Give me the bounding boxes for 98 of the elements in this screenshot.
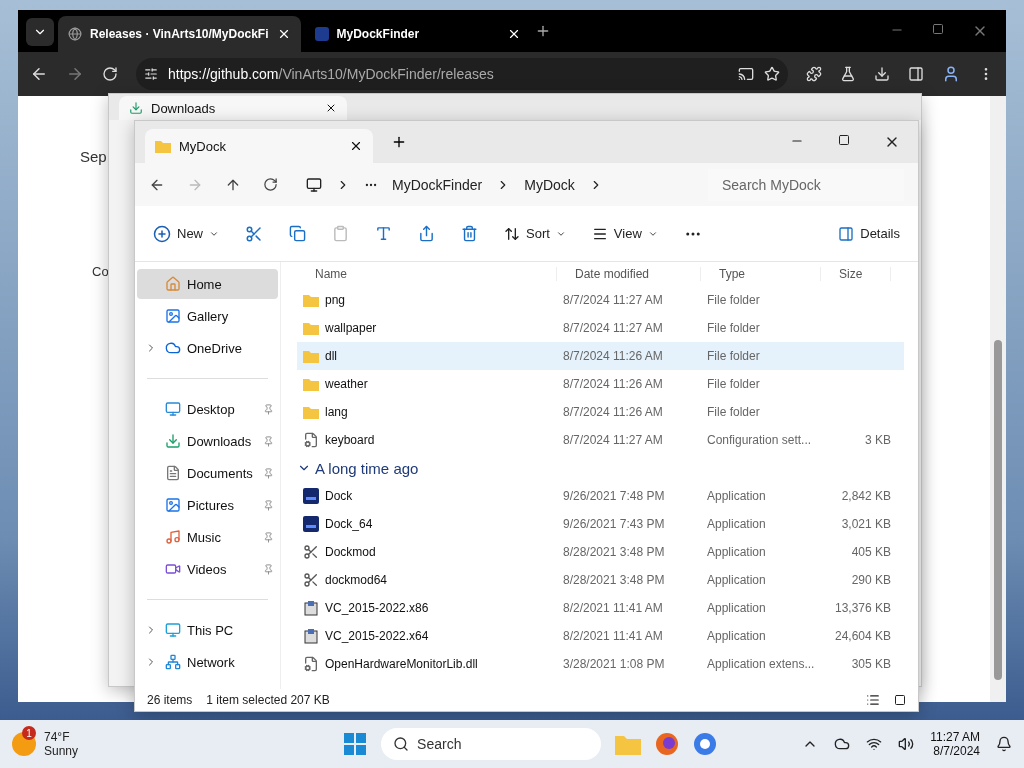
file-name: lang — [325, 405, 348, 419]
sidebar-item[interactable]: This PC — [137, 615, 278, 645]
details-button[interactable]: Details — [838, 225, 900, 242]
group-header[interactable]: A long time ago — [297, 454, 904, 482]
size-text: 3,021 KB — [840, 517, 891, 531]
file-row[interactable]: keyboard 8/7/2024 11:27 AM Configuration sett... 3 KB — [297, 426, 904, 454]
heading-text: Sep — [80, 148, 107, 165]
type-text: Application extens... — [706, 657, 816, 671]
file-row[interactable]: VC_2015-2022.x86 8/2/2021 11:41 AM Application 13,376 KB — [297, 594, 904, 622]
file-name: keyboard — [325, 433, 375, 447]
sidebar-item[interactable]: OneDrive — [137, 333, 278, 363]
file-name: Dock_64 — [325, 517, 373, 531]
type-text: File folder — [706, 377, 761, 391]
taskbar-search[interactable]: Search — [381, 728, 602, 760]
file-name: Dock — [325, 489, 353, 503]
sidebar-item[interactable]: Gallery — [137, 301, 278, 331]
type-text: Application — [706, 489, 767, 503]
browser-tab[interactable]: MyDockFinder — [304, 16, 531, 52]
file-row[interactable]: Dock 9/26/2021 7:48 PM Application 2,842 KB — [297, 482, 904, 510]
size-text: 405 KB — [850, 545, 891, 559]
breadcrumb-item[interactable]: MyDock — [524, 176, 575, 193]
weather-text: Sunny — [44, 744, 79, 758]
type-text: Configuration sett... — [706, 433, 813, 447]
date-text: 8/2/2021 11:41 AM — [562, 629, 664, 643]
file-name: wallpaper — [325, 321, 377, 335]
column-header[interactable]: Name — [297, 267, 557, 281]
file-row[interactable]: lang 8/7/2024 11:26 AM File folder — [297, 398, 904, 426]
type-text: File folder — [706, 405, 761, 419]
browser-tab[interactable]: Releases · VinArts10/MyDockFi — [58, 16, 301, 52]
date-text: 8/7/2024 11:26 AM — [562, 349, 664, 363]
file-name: Dockmod — [325, 545, 376, 559]
sidebar-item[interactable]: Documents — [137, 458, 278, 488]
file-name: dockmod64 — [325, 573, 388, 587]
size-text: 13,376 KB — [833, 601, 891, 615]
file-row[interactable]: Dock_64 9/26/2021 7:43 PM Application 3,021 KB — [297, 510, 904, 538]
size-text: 24,604 KB — [833, 629, 891, 643]
sidebar-item[interactable]: Downloads — [137, 426, 278, 456]
date-text: 8/7/2024 11:27 AM — [562, 321, 664, 335]
type-text: File folder — [706, 293, 761, 307]
date-text: 8/7/2024 11:26 AM — [562, 377, 664, 391]
temperature-text: 74°F — [44, 730, 71, 744]
type-text: Application — [706, 545, 767, 559]
window-tab[interactable]: MyDock — [145, 129, 373, 163]
file-name: VC_2015-2022.x86 — [325, 601, 429, 615]
selection-text: 1 item selected 207 KB — [206, 693, 330, 707]
size-text: 2,842 KB — [840, 489, 891, 503]
file-name: VC_2015-2022.x64 — [325, 629, 429, 643]
file-row[interactable]: dockmod64 8/28/2021 3:48 PM Application 290 KB — [297, 566, 904, 594]
date-text: 8/7/2024 11:27 AM — [562, 433, 664, 447]
item-count: 26 items — [147, 693, 193, 707]
file-name: dll — [325, 349, 337, 363]
date-text: 8/28/2021 3:48 PM — [562, 573, 666, 587]
file-row[interactable]: dll 8/7/2024 11:26 AM File folder — [297, 342, 904, 370]
address-bar[interactable]: MyDockFinder MyDock — [300, 168, 686, 201]
view-button[interactable]: View — [591, 225, 658, 242]
type-text: Application — [706, 517, 767, 531]
column-header[interactable]: Type — [701, 267, 821, 281]
date-text: 9/26/2021 7:43 PM — [562, 517, 666, 531]
sidebar-item[interactable]: Home — [137, 269, 278, 299]
type-text: File folder — [706, 321, 761, 335]
sidebar-item[interactable]: Pictures — [137, 490, 278, 520]
sidebar-item[interactable]: Network — [137, 647, 278, 677]
notification-badge: 1 — [22, 726, 36, 740]
type-text: Application — [706, 573, 767, 587]
file-name: OpenHardwareMonitorLib.dll — [325, 657, 478, 671]
date-text: 8/2/2021 11:41 AM — [562, 601, 664, 615]
type-text: Application — [706, 601, 767, 615]
type-text: File folder — [706, 349, 761, 363]
sidebar-item[interactable]: Videos — [137, 554, 278, 584]
file-name: weather — [325, 377, 368, 391]
date-text: 8/7/2024 11:26 AM — [562, 405, 664, 419]
clock[interactable]: 11:27 AM 8/7/2024 — [930, 730, 980, 758]
sidebar-item[interactable]: Desktop — [137, 394, 278, 424]
address-bar[interactable]: https://github.com/VinArts10/MyDockFinder/releases — [136, 58, 788, 90]
date-text: 3/28/2021 1:08 PM — [562, 657, 666, 671]
file-row[interactable]: wallpaper 8/7/2024 11:27 AM File folder — [297, 314, 904, 342]
size-text: 3 KB — [864, 433, 891, 447]
file-row[interactable]: VC_2015-2022.x64 8/2/2021 11:41 AM Application 24,604 KB — [297, 622, 904, 650]
file-row[interactable]: png 8/7/2024 11:27 AM File folder — [297, 286, 904, 314]
url-text: https://github.com/VinArts10/MyDockFinder/releases — [168, 66, 494, 82]
new-button[interactable]: New — [153, 224, 219, 243]
date-text: 9/26/2021 7:48 PM — [562, 489, 666, 503]
sort-button[interactable]: Sort — [504, 225, 566, 242]
type-text: Application — [706, 629, 767, 643]
file-name: png — [325, 293, 346, 307]
file-row[interactable]: OpenHardwareMonitorLib.dll 3/28/2021 1:08 PM Application extens... 305 KB — [297, 650, 904, 678]
window-tab[interactable]: Downloads — [119, 96, 347, 120]
sidebar-item[interactable]: Music — [137, 522, 278, 552]
column-header[interactable]: Date modified — [557, 267, 701, 281]
size-text: 305 KB — [850, 657, 891, 671]
size-text: 290 KB — [850, 573, 891, 587]
file-row[interactable]: weather 8/7/2024 11:26 AM File folder — [297, 370, 904, 398]
column-header[interactable]: Size — [821, 267, 891, 281]
date-text: 8/28/2021 3:48 PM — [562, 545, 666, 559]
button-text: Co — [92, 264, 109, 279]
breadcrumb-item[interactable]: MyDockFinder — [392, 176, 483, 193]
date-text: 8/7/2024 11:27 AM — [562, 293, 664, 307]
file-row[interactable]: Dockmod 8/28/2021 3:48 PM Application 405 KB — [297, 538, 904, 566]
